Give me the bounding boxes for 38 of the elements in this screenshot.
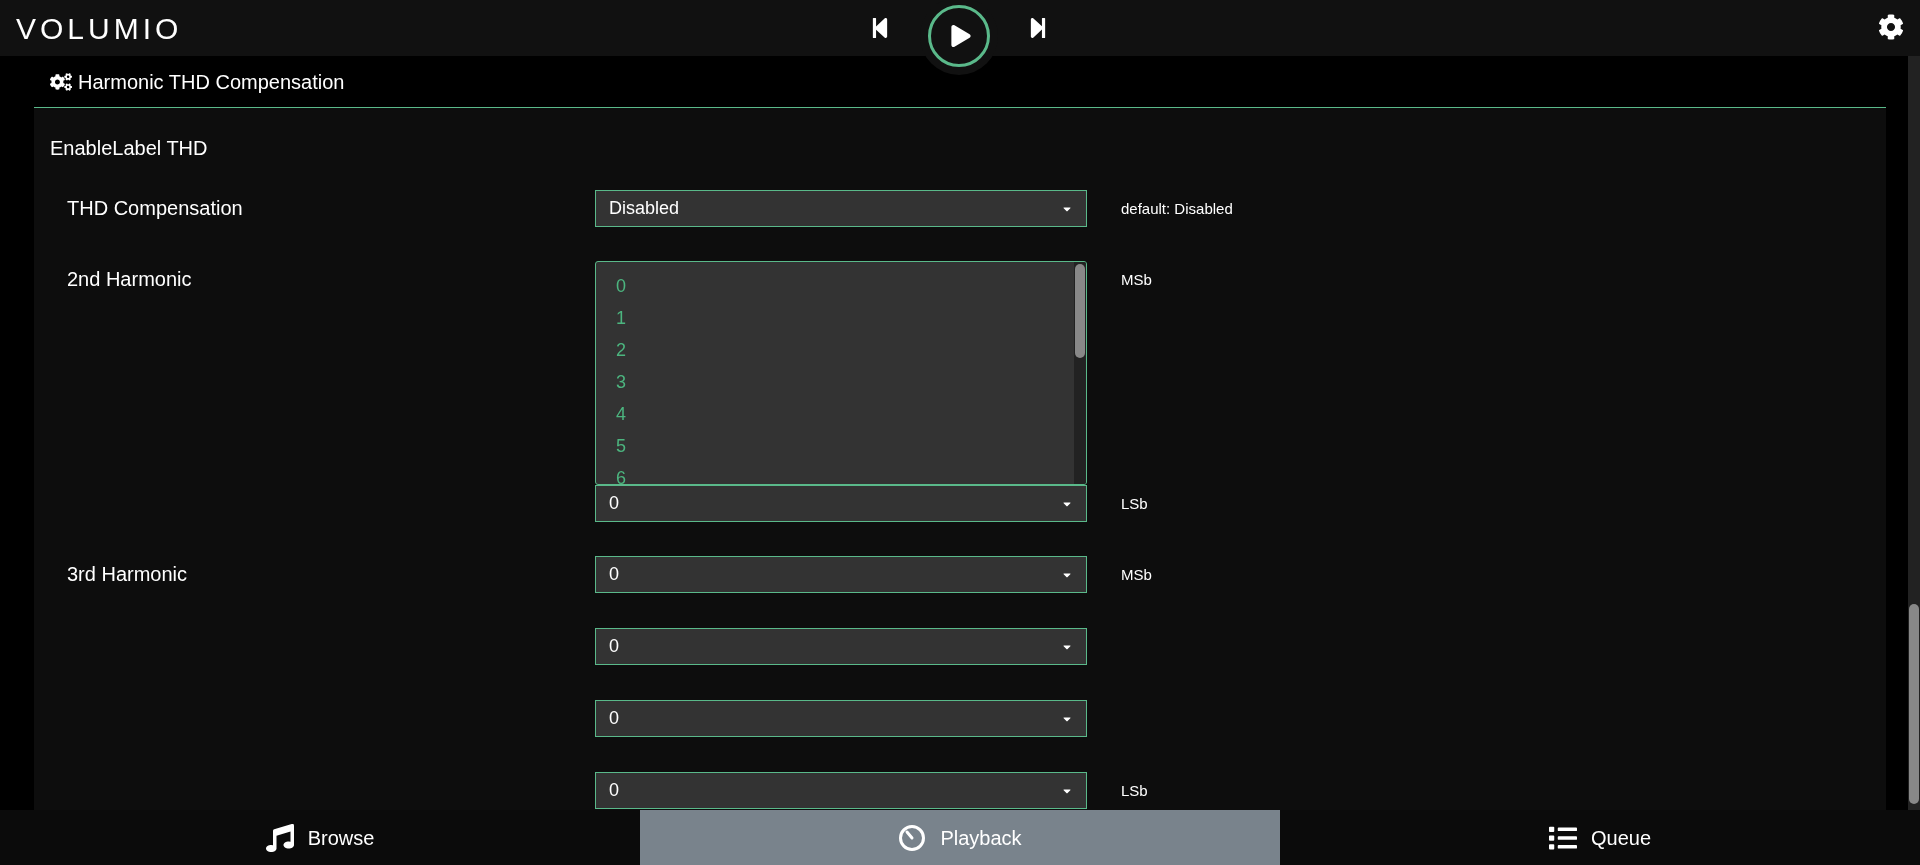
- logo: VOLUMIO: [16, 10, 183, 47]
- dial-icon: [898, 823, 927, 852]
- scrollbar[interactable]: [1074, 262, 1086, 484]
- hint-text: LSb: [1121, 781, 1148, 801]
- hint-text: MSb: [1121, 565, 1152, 585]
- previous-icon[interactable]: [870, 16, 890, 40]
- dropdown-option[interactable]: 0: [616, 270, 1074, 302]
- hint-text: LSb: [1121, 494, 1148, 514]
- scrollbar-thumb[interactable]: [1909, 604, 1919, 804]
- settings-icon[interactable]: [1878, 14, 1904, 40]
- setting-label: 3rd Harmonic: [67, 562, 189, 587]
- dropdown-select[interactable]: 0: [595, 772, 1087, 809]
- setting-label: THD Compensation: [67, 196, 244, 221]
- next-icon[interactable]: [1028, 16, 1048, 40]
- page-scrollbar[interactable]: [1908, 56, 1920, 810]
- gears-icon: [50, 71, 72, 92]
- dropdown-select[interactable]: 0: [595, 628, 1087, 665]
- setting-label: 2nd Harmonic: [67, 267, 193, 292]
- scrollbar-thumb[interactable]: [1075, 264, 1085, 358]
- dropdown-select[interactable]: 0: [595, 556, 1087, 593]
- dropdown-select[interactable]: Disabled: [595, 190, 1087, 227]
- dropdown-select[interactable]: 0: [595, 700, 1087, 737]
- hint-text: MSb: [1121, 270, 1152, 290]
- dropdown-option[interactable]: 2: [616, 334, 1074, 366]
- dropdown-option[interactable]: 5: [616, 430, 1074, 462]
- section-title: Harmonic THD Compensation: [78, 69, 345, 95]
- music-note-icon: [265, 823, 294, 852]
- dropdown-select[interactable]: 0: [595, 485, 1087, 522]
- dropdown-option[interactable]: 1: [616, 302, 1074, 334]
- group-label: EnableLabel THD: [50, 136, 209, 157]
- dropdown-list[interactable]: 0 1 2 3 4 5 6: [595, 261, 1087, 485]
- play-button[interactable]: [928, 5, 990, 67]
- dropdown-option[interactable]: 4: [616, 398, 1074, 430]
- nav-tab[interactable]: Playback: [640, 810, 1280, 865]
- dropdown-option[interactable]: 6: [616, 462, 1074, 484]
- dropdown-option[interactable]: 3: [616, 366, 1074, 398]
- hint-text: default: Disabled: [1121, 199, 1233, 219]
- play-icon: [950, 25, 972, 47]
